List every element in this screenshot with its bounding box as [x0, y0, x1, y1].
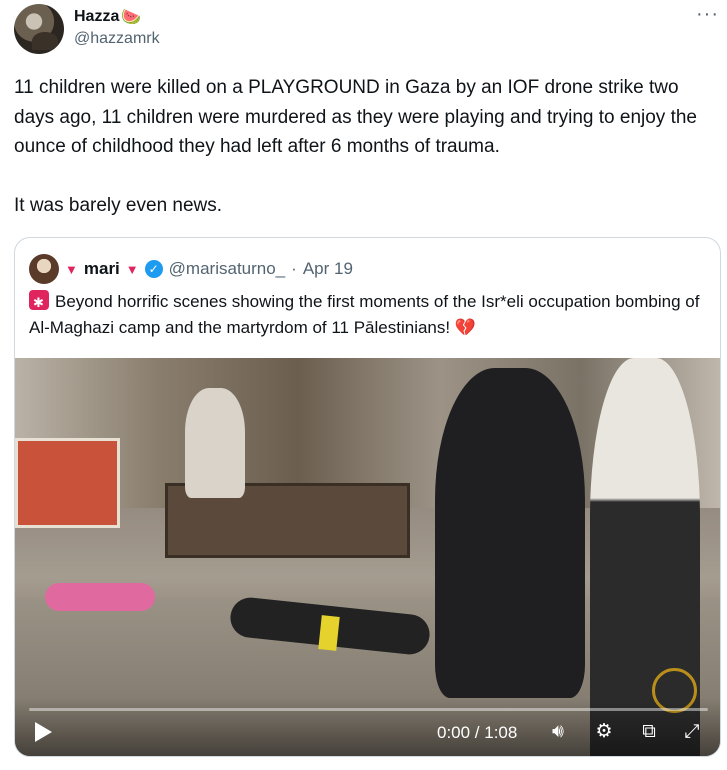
tweet-header: Hazza 🍉 @hazzamrk ··· — [14, 4, 719, 54]
video-frame-person — [435, 368, 585, 698]
broken-heart-icon: 💔 — [454, 318, 477, 337]
quoted-tweet-date[interactable]: Apr 19 — [303, 259, 353, 279]
quoted-tweet-card[interactable]: ▼ mari ▼ ✓ @marisaturno_ · Apr 19 Beyond… — [14, 237, 721, 757]
quoted-author-handle[interactable]: @marisaturno_ — [169, 259, 285, 279]
siren-icon — [29, 290, 49, 316]
video-frame-child — [45, 583, 155, 611]
fullscreen-icon[interactable]: ⤢ — [680, 720, 704, 744]
date-separator: · — [291, 259, 297, 278]
video-controls: 0:00 / 1:08 🔊︎ ⚙ ⧉ ⤢ — [15, 698, 720, 756]
picture-in-picture-icon[interactable]: ⧉ — [637, 720, 661, 744]
author-avatar[interactable] — [14, 4, 64, 54]
video-frame-detail — [318, 615, 340, 651]
tweet-text: 11 children were killed on a PLAYGROUND … — [14, 73, 714, 250]
red-triangle-icon: ▼ — [125, 261, 139, 277]
quoted-author-name[interactable]: mari — [84, 259, 120, 279]
quoted-author-avatar[interactable] — [29, 254, 59, 284]
quoted-tweet-header: ▼ mari ▼ ✓ @marisaturno_ · Apr 19 — [29, 254, 353, 284]
volume-icon[interactable]: 🔊︎ — [546, 720, 570, 744]
quoted-tweet-body: Beyond horrific scenes showing the first… — [29, 292, 700, 337]
author-handle[interactable]: @hazzamrk — [74, 30, 160, 48]
quoted-tweet-text: Beyond horrific scenes showing the first… — [29, 289, 709, 341]
author-name-row[interactable]: Hazza 🍉 — [74, 7, 141, 27]
tweet-paragraph: 11 children were killed on a PLAYGROUND … — [14, 77, 697, 157]
video-frame-person — [185, 388, 245, 498]
tweet-paragraph: It was barely even news. — [14, 195, 223, 216]
video-progress-bar[interactable] — [29, 708, 708, 711]
video-frame-cart — [15, 438, 120, 528]
video-player[interactable]: 0:00 / 1:08 🔊︎ ⚙ ⧉ ⤢ — [15, 358, 720, 756]
more-options-icon[interactable]: ··· — [696, 4, 719, 24]
red-triangle-icon: ▼ — [65, 261, 78, 277]
verified-badge-icon: ✓ — [144, 260, 163, 278]
settings-icon[interactable]: ⚙ — [592, 720, 616, 744]
watermelon-icon: 🍉 — [121, 9, 142, 26]
play-icon[interactable] — [35, 722, 52, 742]
author-display-name[interactable]: Hazza — [74, 8, 119, 26]
video-time: 0:00 / 1:08 — [437, 723, 518, 742]
